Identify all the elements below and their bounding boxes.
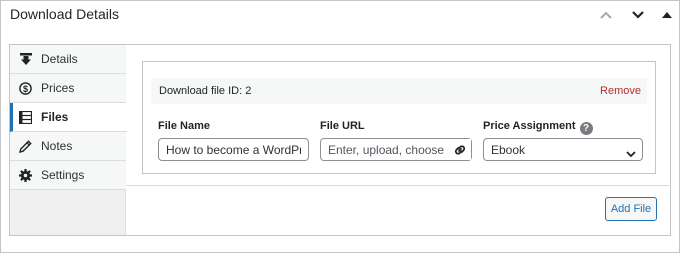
price-assignment-select[interactable]: Ebook xyxy=(483,138,643,161)
metabox-header: Download Details xyxy=(1,1,679,31)
file-id-title: Download file ID: 2 xyxy=(159,85,252,97)
price-assignment-text: Price Assignment xyxy=(483,120,576,132)
chevron-down-icon xyxy=(626,146,636,161)
tab-prices[interactable]: $ Prices xyxy=(10,74,126,103)
metabox-inside: Details $ Prices Files Notes Settings Do… xyxy=(9,44,671,236)
chevron-down-icon[interactable] xyxy=(628,5,648,25)
triangle-up-icon[interactable] xyxy=(657,5,677,25)
footer-divider xyxy=(126,185,671,186)
file-row-header: Download file ID: 2 Remove xyxy=(151,78,647,104)
tab-label: Notes xyxy=(41,139,73,153)
dollar-icon: $ xyxy=(19,81,32,95)
file-name-label: File Name xyxy=(158,120,210,132)
tab-label: Prices xyxy=(41,81,75,95)
file-row-panel: Download file ID: 2 Remove File Name Fil… xyxy=(142,61,656,174)
tab-details[interactable]: Details xyxy=(10,45,126,74)
file-name-input[interactable] xyxy=(158,138,309,161)
tab-sidebar: Details $ Prices Files Notes Settings xyxy=(10,45,127,235)
svg-text:$: $ xyxy=(23,84,28,94)
download-details-metabox: Download Details Details $ Prices Files … xyxy=(0,0,680,253)
list-icon xyxy=(19,110,32,124)
price-assignment-label: Price Assignment? xyxy=(483,120,593,135)
tab-label: Settings xyxy=(41,168,85,182)
tab-settings[interactable]: Settings xyxy=(10,161,126,190)
chevron-up-icon[interactable] xyxy=(596,5,616,25)
download-icon xyxy=(19,52,32,66)
price-assignment-value: Ebook xyxy=(491,143,526,157)
remove-link[interactable]: Remove xyxy=(600,85,641,97)
file-url-label: File URL xyxy=(320,120,365,132)
tab-label: Files xyxy=(41,110,69,124)
pencil-icon xyxy=(19,139,32,153)
file-url-group xyxy=(320,138,472,161)
link-icon[interactable] xyxy=(449,139,471,160)
tab-files[interactable]: Files xyxy=(10,103,127,132)
tab-label: Details xyxy=(41,52,78,66)
metabox-title: Download Details xyxy=(10,6,119,22)
gear-icon xyxy=(19,168,32,182)
add-file-button[interactable]: Add File xyxy=(605,197,657,221)
tab-notes[interactable]: Notes xyxy=(10,132,126,161)
help-icon[interactable]: ? xyxy=(579,122,593,135)
